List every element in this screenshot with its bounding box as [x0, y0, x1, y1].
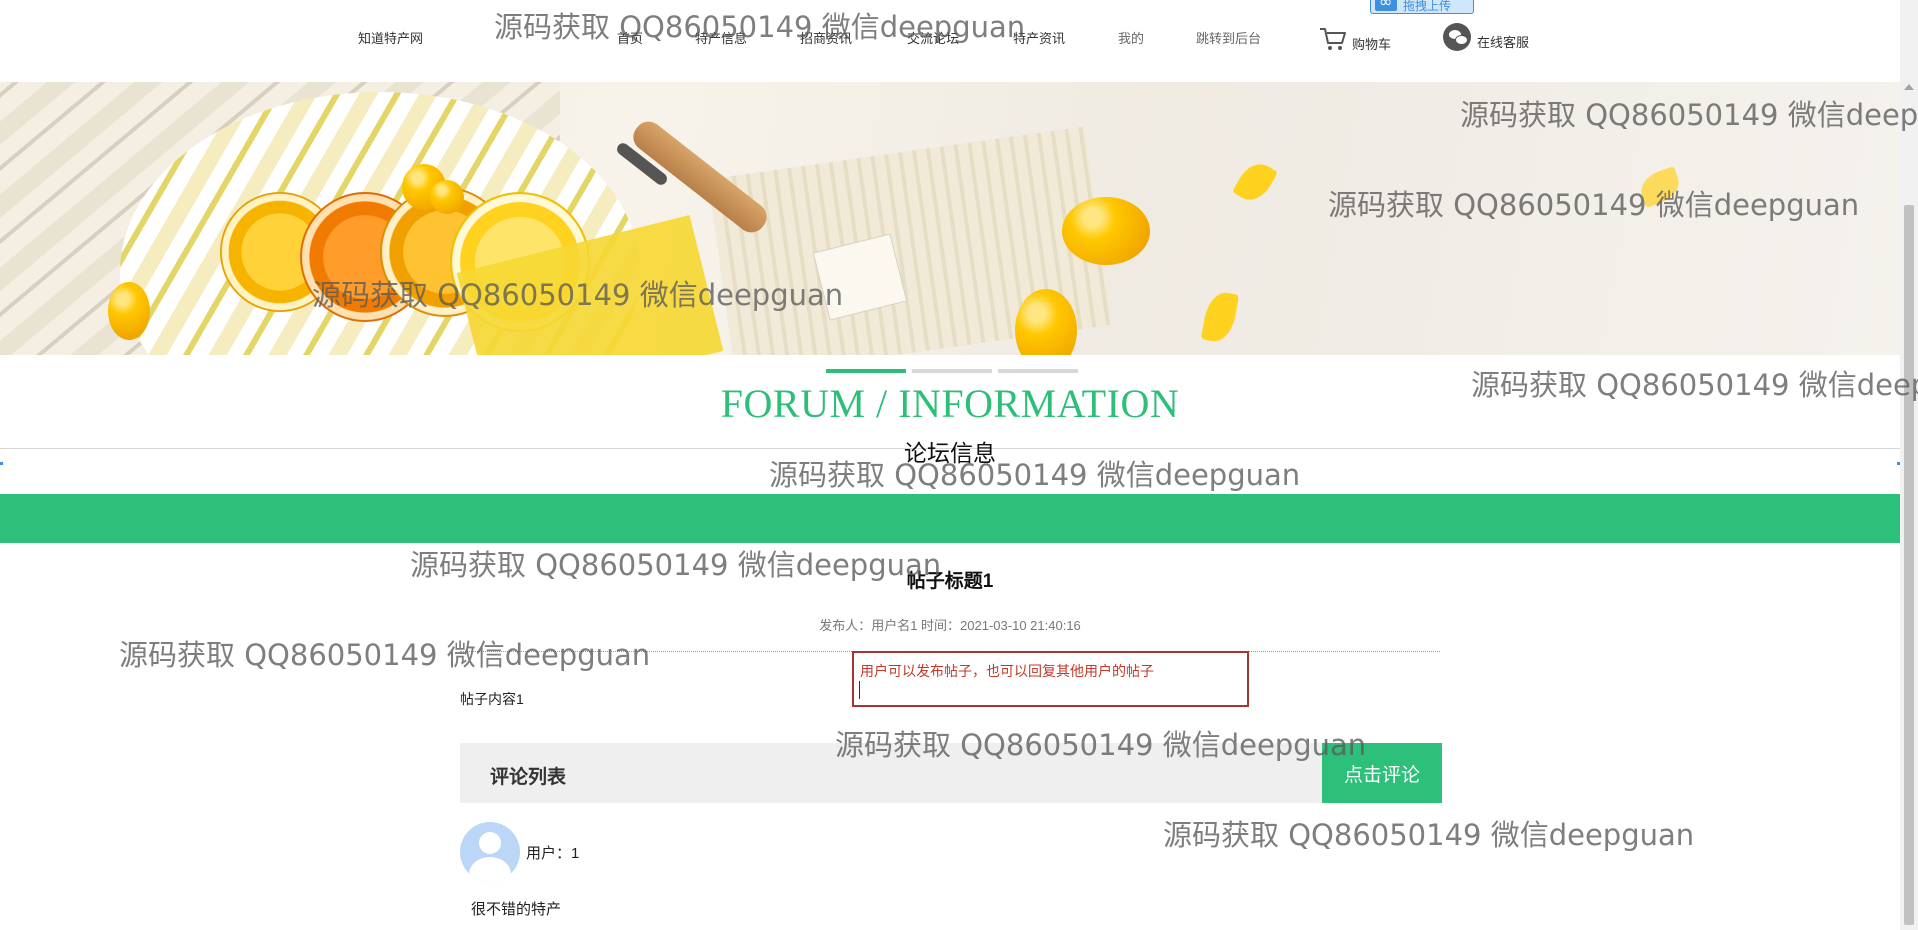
scroll-thumb[interactable]: [1904, 205, 1914, 925]
banner-yellow-tomato: [108, 282, 150, 340]
upload-icon: [1375, 0, 1397, 12]
comment-user: 用户：1: [526, 845, 580, 862]
add-comment-button[interactable]: 点击评论: [1322, 743, 1442, 803]
upload-badge-label: 拖拽上传: [1403, 0, 1452, 13]
banner-petal: [1232, 157, 1278, 207]
comment-text: 很不错的特产: [471, 901, 562, 918]
cart-link[interactable]: 购物车: [1318, 24, 1391, 53]
banner-petal: [1200, 289, 1240, 345]
comment-list-header: 评论列表 点击评论: [460, 743, 1442, 803]
slide-indicator-1[interactable]: [826, 369, 906, 373]
cart-icon: [1320, 27, 1346, 50]
nav-investment-news[interactable]: 招商资讯: [800, 28, 852, 47]
edge-marker-left: [0, 462, 3, 465]
upload-badge[interactable]: 拖拽上传: [1370, 0, 1474, 14]
section-title-cn: 论坛信息: [904, 440, 996, 466]
nav-home[interactable]: 首页: [617, 28, 643, 47]
banner-yellow-tomato: [430, 180, 464, 214]
banner-yellow-tomato: [1062, 197, 1150, 265]
nav-forum[interactable]: 交流论坛: [907, 28, 959, 47]
top-header: 知道特产网 首页 特产信息 招商资讯 交流论坛 特产资讯 我的 跳转到后台 购物…: [0, 0, 1900, 82]
text-caret: [859, 681, 860, 699]
banner-petal: [1636, 166, 1684, 208]
wechat-icon: [1443, 22, 1471, 51]
nav-admin[interactable]: 跳转到后台: [1196, 28, 1261, 47]
scroll-up-arrow-icon[interactable]: [1904, 84, 1914, 90]
annotation-text: 用户可以发布帖子，也可以回复其他用户的帖子: [860, 663, 1154, 679]
nav-mine[interactable]: 我的: [1118, 28, 1144, 47]
post-content: 帖子内容1: [460, 691, 524, 707]
online-service-link[interactable]: 在线客服: [1443, 22, 1529, 51]
section-title-en: FORUM / INFORMATION: [720, 381, 1180, 426]
comment-list-title: 评论列表: [490, 767, 567, 788]
green-banner-bar: [0, 494, 1900, 543]
watermark-text: 源码获取 QQ86050149 微信deepguan: [119, 638, 651, 672]
page-scrollbar[interactable]: [1900, 0, 1918, 930]
service-label: 在线客服: [1477, 35, 1530, 50]
watermark-text: 源码获取 QQ86050149 微信deepguan: [1163, 818, 1695, 852]
post-meta: 发布人：用户名1 时间：2021-03-10 21:40:16: [819, 618, 1081, 633]
nav-specialty-news[interactable]: 特产资讯: [1013, 28, 1065, 47]
post-title: 帖子标题1: [906, 571, 994, 592]
nav-specialty-info[interactable]: 特产信息: [695, 28, 747, 47]
hero-banner: [0, 82, 1900, 355]
site-brand-link[interactable]: 知道特产网: [358, 28, 423, 47]
avatar: [460, 822, 520, 882]
annotation-textbox[interactable]: 用户可以发布帖子，也可以回复其他用户的帖子: [852, 651, 1249, 707]
slide-indicator-2[interactable]: [912, 369, 992, 373]
cart-label: 购物车: [1352, 37, 1392, 52]
slide-indicator-3[interactable]: [998, 369, 1078, 373]
